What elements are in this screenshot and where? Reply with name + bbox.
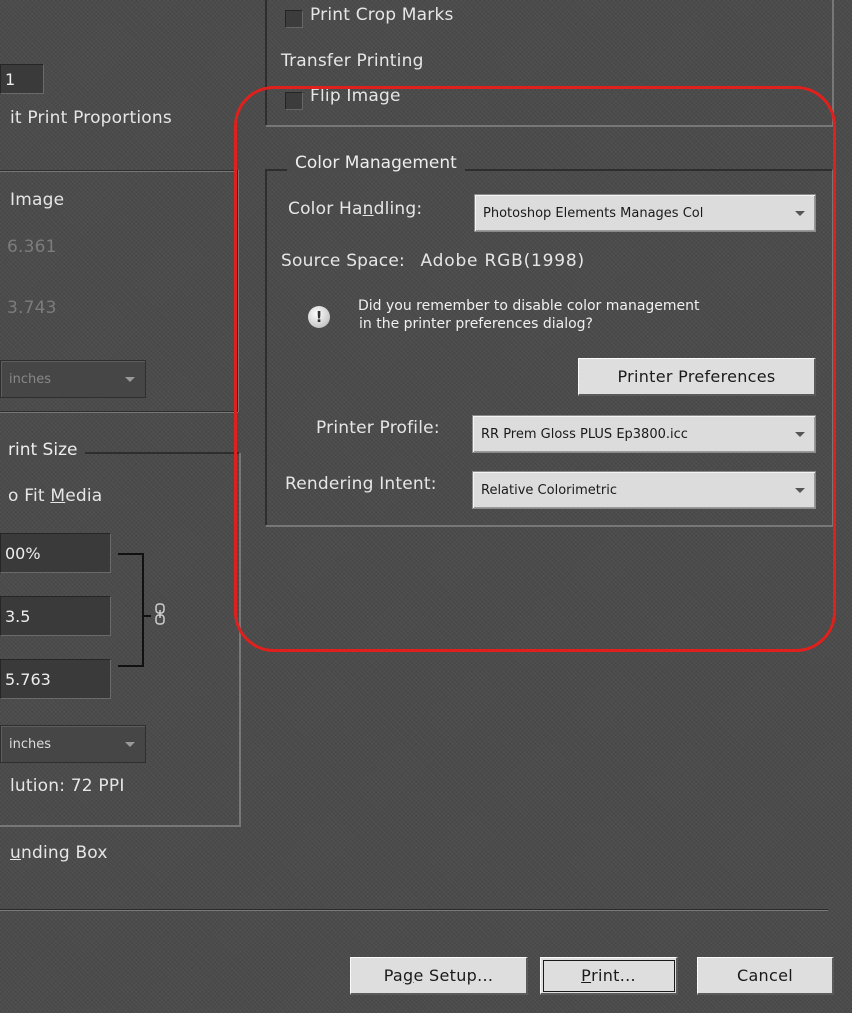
image-section-bottomline	[0, 411, 238, 412]
print-button[interactable]: Print...	[540, 957, 678, 995]
print-text-a: P	[581, 966, 592, 985]
print-height-field[interactable]: 3.5	[0, 596, 111, 636]
scale-value: 00%	[5, 543, 41, 563]
page-setup-text-c: e Setup...	[413, 966, 494, 985]
fit-media-label[interactable]: o Fit Media	[8, 486, 102, 506]
print-crop-marks-checkbox[interactable]	[285, 10, 303, 28]
print-height-value: 3.5	[5, 606, 31, 626]
fit-media-text-c: edia	[65, 486, 103, 506]
print-units-select[interactable]: inches	[0, 725, 146, 763]
image-height-value: 3.743	[7, 298, 57, 318]
page-setup-text-b: g	[403, 966, 414, 985]
page-setup-button[interactable]: Pa g e Setup...	[350, 957, 528, 995]
print-text-b: rint...	[591, 966, 636, 985]
link-icon[interactable]	[153, 603, 167, 625]
image-units-select[interactable]: inches	[0, 360, 146, 398]
bounding-box-text-a: u	[10, 843, 21, 863]
page-setup-text-a: Pa	[383, 966, 404, 985]
image-width-value: 6.361	[7, 237, 57, 257]
print-size-legend: rint Size	[0, 440, 86, 460]
resolution-label: lution: 72 PPI	[10, 776, 125, 796]
chevron-down-icon	[125, 742, 135, 747]
footer-divider	[0, 909, 828, 910]
cancel-button[interactable]: Cancel	[697, 957, 834, 995]
print-width-field[interactable]: 5.763	[0, 659, 111, 699]
print-proportions-label: it Print Proportions	[10, 108, 172, 128]
fit-media-text-a: o Fit	[8, 486, 51, 506]
image-section-divider	[0, 170, 238, 171]
chevron-down-icon	[125, 377, 135, 382]
page-number-value: 1	[5, 69, 16, 89]
image-section-label: Image	[10, 190, 65, 210]
proportions-bracket	[118, 553, 151, 667]
image-units-value: inches	[9, 371, 52, 387]
bounding-box-text-b: nding Box	[20, 843, 108, 863]
print-width-value: 5.763	[5, 669, 51, 689]
scale-field[interactable]: 00%	[0, 533, 111, 573]
transfer-printing-label: Transfer Printing	[281, 51, 424, 71]
highlight-annotation	[234, 86, 836, 652]
page-number-field[interactable]: 1	[0, 64, 44, 94]
bounding-box-label[interactable]: unding Box	[10, 843, 108, 863]
print-crop-marks-label: Print Crop Marks	[310, 5, 454, 25]
print-units-value: inches	[9, 736, 52, 752]
fit-media-text-b: M	[50, 486, 66, 506]
